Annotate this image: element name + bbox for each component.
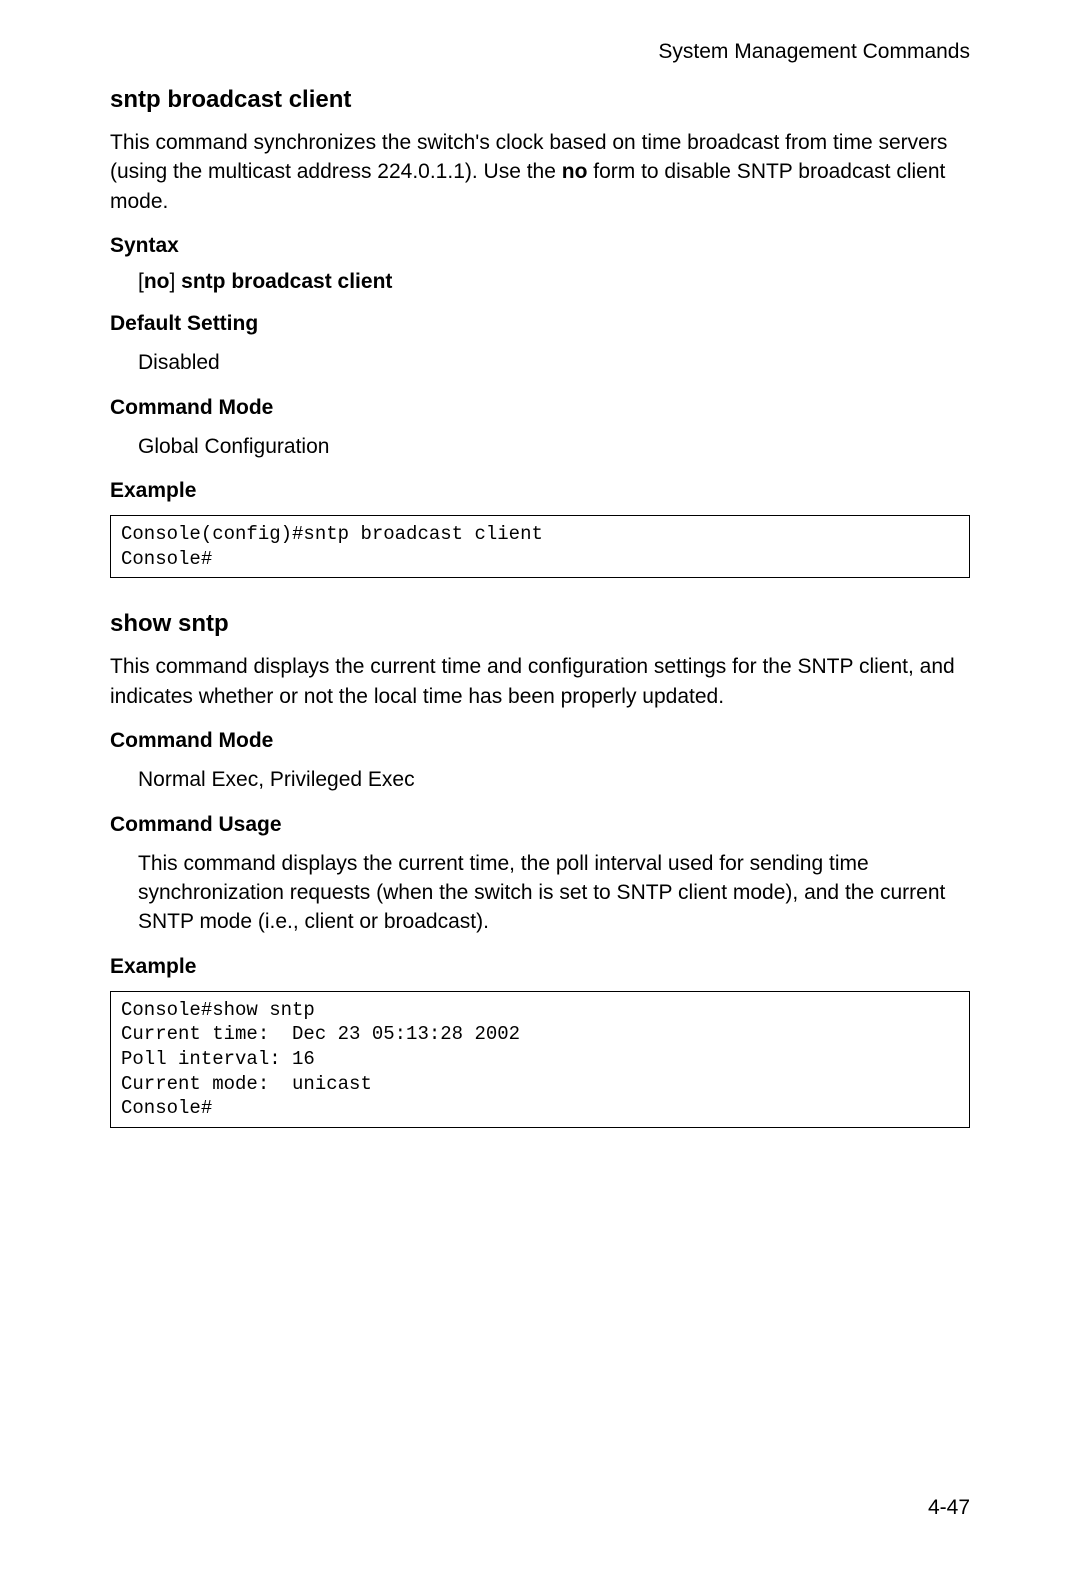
syntax-line: [no] sntp broadcast client xyxy=(110,270,970,294)
section1-desc-bold-no: no xyxy=(562,160,588,183)
example-heading-1: Example xyxy=(110,479,970,503)
example-code-block-2: Console#show sntp Current time: Dec 23 0… xyxy=(110,991,970,1128)
section-title-sntp-broadcast: sntp broadcast client xyxy=(110,86,970,114)
default-setting-value: Disabled xyxy=(110,348,970,377)
syntax-command-text: sntp broadcast client xyxy=(175,270,392,293)
section-title-show-sntp: show sntp xyxy=(110,610,970,638)
default-setting-heading: Default Setting xyxy=(110,312,970,336)
command-mode-value-2: Normal Exec, Privileged Exec xyxy=(110,765,970,794)
command-usage-text: This command displays the current time, … xyxy=(110,849,970,937)
command-usage-heading: Command Usage xyxy=(110,813,970,837)
command-mode-value-1: Global Configuration xyxy=(110,432,970,461)
section1-description: This command synchronizes the switch's c… xyxy=(110,128,970,216)
example-code-block-1: Console(config)#sntp broadcast client Co… xyxy=(110,515,970,578)
example-heading-2: Example xyxy=(110,955,970,979)
page-header-label: System Management Commands xyxy=(110,40,970,64)
syntax-no-keyword: no xyxy=(144,270,170,293)
command-mode-heading-1: Command Mode xyxy=(110,396,970,420)
section2-description: This command displays the current time a… xyxy=(110,652,970,711)
command-mode-heading-2: Command Mode xyxy=(110,729,970,753)
page-number: 4-47 xyxy=(928,1496,970,1520)
syntax-heading: Syntax xyxy=(110,234,970,258)
